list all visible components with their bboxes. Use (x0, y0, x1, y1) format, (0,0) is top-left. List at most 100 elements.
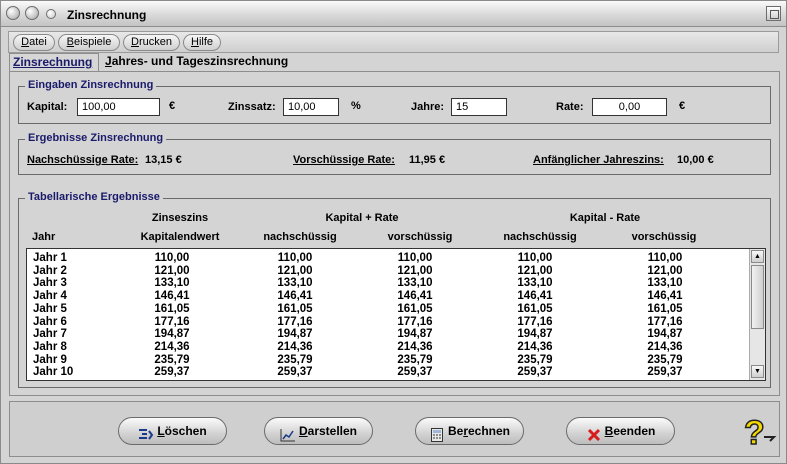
row-value-cell: 177,16 (277, 315, 313, 328)
row-value-cell: 161,05 (277, 302, 313, 315)
table-row[interactable]: Jahr 4 146,41 146,41 146,41 146,41 146,41 (27, 290, 747, 303)
menu-hilfe[interactable]: Hilfe (183, 34, 221, 51)
window-menu-icon[interactable] (46, 9, 56, 19)
row-value-cell: 146,41 (277, 290, 313, 303)
row-year-label: Jahr 8 (33, 340, 67, 353)
table-row[interactable]: Jahr 7 194,87 194,87 194,87 194,87 194,87 (27, 328, 747, 341)
row-value-cell: 161,05 (647, 302, 683, 315)
row-value-cell: 121,00 (277, 264, 313, 277)
scroll-down-arrow-icon[interactable]: ▼ (751, 365, 764, 378)
header-zinseszins: Zinseszins (151, 212, 209, 224)
row-year-label: Jahr 6 (33, 315, 67, 328)
scroll-up-arrow-icon[interactable]: ▲ (751, 250, 764, 263)
jahreszins-label: Anfänglicher Jahreszins: (533, 154, 664, 166)
menu-datei[interactable]: Datei (13, 34, 55, 51)
row-value-cell: 146,41 (517, 290, 553, 303)
row-value-cell: 259,37 (154, 366, 190, 379)
row-year-label: Jahr 7 (33, 328, 67, 341)
jahre-label: Jahre: (411, 101, 445, 113)
kapital-unit: € (169, 100, 176, 112)
jahreszins-value: 10,00 € (677, 154, 714, 166)
header-kapital-plus-rate: Kapital + Rate (325, 212, 399, 224)
minimize-window-button[interactable] (25, 6, 39, 20)
close-window-button[interactable] (6, 6, 20, 20)
row-year-label: Jahr 10 (33, 366, 74, 379)
menu-beispiele[interactable]: Beispiele (58, 34, 120, 51)
window-title: Zinsrechnung (67, 8, 147, 22)
row-value-cell: 177,16 (647, 315, 683, 328)
chart-icon (280, 425, 296, 442)
row-value-cell: 177,16 (154, 315, 190, 328)
darstellen-button[interactable]: Darstellen (264, 417, 373, 445)
table-row[interactable]: Jahr 3 133,10 133,10 133,10 133,10 133,10 (27, 277, 747, 290)
tab-zinsrechnung[interactable]: Zinsrechnung (9, 53, 99, 71)
maximize-window-button[interactable] (766, 6, 781, 21)
clear-list-icon (138, 425, 154, 440)
row-value-cell: 121,00 (517, 264, 553, 277)
kapital-input[interactable]: 100,00 (77, 98, 160, 116)
table-row[interactable]: Jahr 1 110,00 110,00 110,00 110,00 110,00 (27, 252, 747, 265)
row-value-cell: 235,79 (517, 353, 553, 366)
table-row[interactable]: Jahr 8 214,36 214,36 214,36 214,36 214,36 (27, 341, 747, 354)
berechnen-button[interactable]: Berechnen (415, 417, 524, 445)
row-value-cell: 110,00 (277, 252, 313, 264)
table-row[interactable]: Jahr 2 121,00 121,00 121,00 121,00 121,00 (27, 265, 747, 278)
row-value-cell: 235,79 (647, 353, 683, 366)
header-minus-nachschuessig: nachschüssig (503, 231, 577, 243)
nachschuessige-rate-label: Nachschüssige Rate: (27, 154, 139, 166)
header-plus-vorschuessig: vorschüssig (387, 231, 453, 243)
row-value-cell: 214,36 (277, 340, 313, 353)
row-value-cell: 161,05 (517, 302, 553, 315)
exit-x-icon (586, 425, 602, 441)
results-group: Ergebnisse Zinsrechnung Nachschüssige Ra… (18, 132, 771, 175)
tab-jahres-tageszinsrechnung[interactable]: Jahres- und Tageszinsrechnung (103, 53, 293, 71)
header-plus-nachschuessig: nachschüssig (263, 231, 337, 243)
row-value-cell: 194,87 (517, 328, 553, 341)
row-value-cell: 177,16 (397, 315, 433, 328)
zinssatz-unit: % (351, 100, 361, 112)
listbox-scrollbar[interactable]: ▲ ▼ (749, 249, 765, 380)
row-value-cell: 194,87 (397, 328, 433, 341)
row-value-cell: 146,41 (647, 290, 683, 303)
results-group-title: Ergebnisse Zinsrechnung (25, 132, 167, 144)
scrollbar-thumb[interactable] (751, 265, 764, 329)
jahre-input[interactable]: 15 (451, 98, 507, 116)
row-value-cell: 235,79 (154, 353, 190, 366)
menu-drucken[interactable]: Drucken (123, 34, 180, 51)
title-bar[interactable]: Zinsrechnung (1, 1, 786, 27)
menu-bar: Datei Beispiele Drucken Hilfe (8, 31, 779, 53)
help-question-icon[interactable]: ? (738, 411, 778, 453)
row-value-cell: 177,16 (517, 315, 553, 328)
table-group-title: Tabellarische Ergebnisse (25, 191, 163, 203)
nachschuessige-rate-value: 13,15 € (145, 154, 182, 166)
rate-input[interactable]: 0,00 (592, 98, 667, 116)
table-row[interactable]: Jahr 5 161,05 161,05 161,05 161,05 161,05 (27, 303, 747, 316)
row-value-cell: 194,87 (154, 328, 190, 341)
row-value-cell: 146,41 (154, 290, 190, 303)
table-row[interactable]: Jahr 9 235,79 235,79 235,79 235,79 235,79 (27, 354, 747, 367)
row-value-cell: 259,37 (647, 366, 683, 379)
results-listbox[interactable]: Jahr 1 110,00 110,00 110,00 110,00 110,00 Jahr… (26, 248, 766, 381)
row-value-cell: 235,79 (397, 353, 433, 366)
header-kapital-minus-rate: Kapital - Rate (569, 212, 641, 224)
row-year-label: Jahr 3 (33, 277, 67, 290)
row-value-cell: 214,36 (397, 340, 433, 353)
input-group: Eingaben Zinsrechnung Kapital: 100,00 € … (18, 79, 771, 124)
loeschen-button[interactable]: Löschen (118, 417, 227, 445)
table-row[interactable]: Jahr 10 259,37 259,37 259,37 259,37 259,37 (27, 366, 747, 379)
svg-text:?: ? (744, 414, 765, 451)
row-value-cell: 133,10 (397, 277, 433, 290)
row-value-cell: 235,79 (277, 353, 313, 366)
rate-label: Rate: (556, 101, 584, 113)
row-value-cell: 214,36 (154, 340, 190, 353)
row-year-label: Jahr 1 (33, 252, 67, 264)
header-kapitalendwert: Kapitalendwert (140, 231, 220, 243)
row-year-label: Jahr 4 (33, 290, 67, 303)
tab-panel-zinsrechnung: Eingaben Zinsrechnung Kapital: 100,00 € … (9, 71, 780, 396)
main-window: Zinsrechnung Datei Beispiele Drucken Hil… (0, 0, 787, 464)
zinssatz-input[interactable]: 10,00 (283, 98, 339, 116)
row-value-cell: 121,00 (647, 264, 683, 277)
table-row[interactable]: Jahr 6 177,16 177,16 177,16 177,16 177,16 (27, 316, 747, 329)
beenden-button[interactable]: Beenden (566, 417, 675, 445)
header-jahr: Jahr (32, 231, 56, 243)
